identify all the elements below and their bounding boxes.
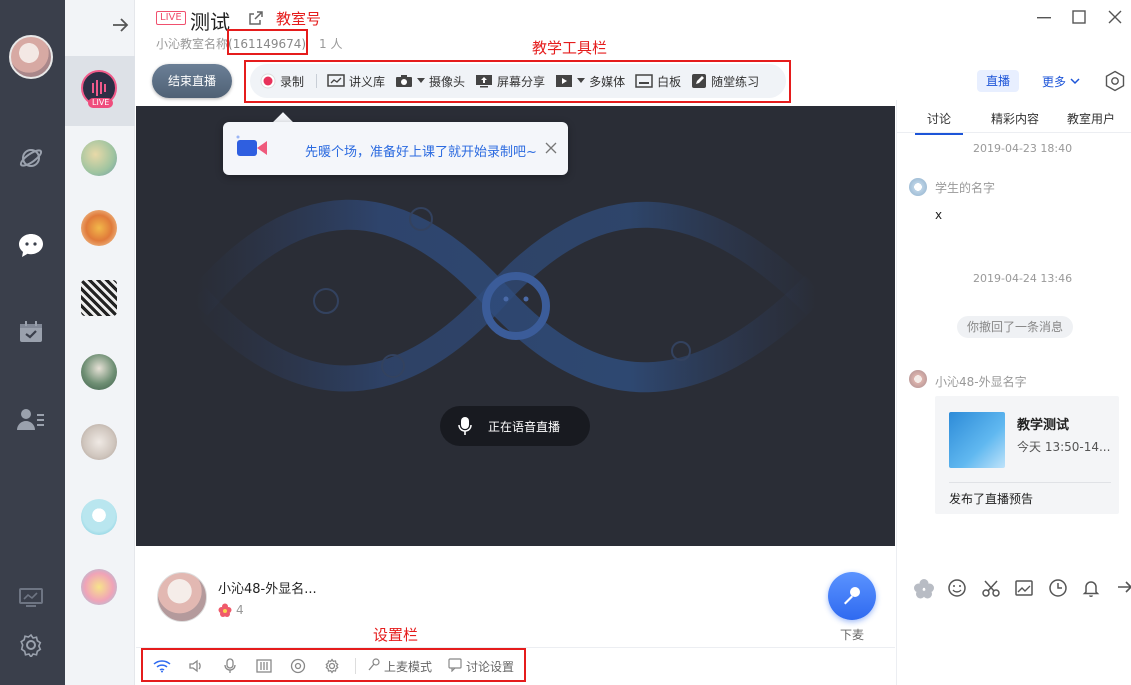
screen-icon[interactable] — [16, 583, 46, 613]
chat-toolbar — [907, 578, 1131, 600]
recall-notice: 你撤回了一条消息 — [957, 316, 1073, 338]
maximize-icon[interactable] — [1070, 8, 1088, 26]
flower-icon[interactable] — [907, 578, 941, 600]
live-badge: LIVE — [88, 98, 114, 108]
tab-live[interactable]: 直播 — [977, 70, 1019, 92]
app-window: LIVE LIVE 测试 教室号 教学工具栏 小沁教室名称(161149674)… — [0, 0, 1131, 685]
timestamp: 2019-04-23 18:40 — [973, 142, 1073, 155]
session-avatar-qrcode[interactable] — [81, 280, 117, 316]
toolbar-highlight — [244, 60, 791, 103]
student-avatar[interactable] — [909, 178, 927, 196]
member-count: 1 人 — [319, 37, 343, 51]
card-thumbnail — [949, 412, 1005, 468]
image-icon[interactable] — [1008, 578, 1042, 600]
room-id-highlight — [227, 29, 308, 55]
host-name: 小沁48-外显名... — [218, 582, 317, 597]
microphone-icon — [458, 416, 472, 436]
sender-avatar[interactable] — [909, 370, 927, 388]
leave-mic-label: 下麦 — [840, 628, 865, 642]
contacts-icon[interactable] — [16, 404, 46, 434]
scissors-icon[interactable] — [974, 578, 1008, 600]
chevron-down-icon — [1070, 75, 1080, 89]
more-menu[interactable]: 更多 — [1042, 73, 1080, 90]
page-title: 测试 — [190, 10, 230, 34]
minimize-icon[interactable] — [1035, 8, 1053, 26]
clock-icon[interactable] — [1041, 578, 1075, 600]
message-text: x — [935, 208, 943, 222]
planet-icon[interactable] — [16, 143, 46, 173]
classroom-name: 小沁教室名称 — [156, 37, 229, 51]
card-footer: 发布了直播预告 — [949, 492, 1034, 506]
close-icon[interactable] — [544, 141, 558, 158]
calendar-check-icon[interactable] — [16, 317, 46, 347]
discussion-panel: 讨论 精彩内容 教室用户 2019-04-23 18:40 学生的名字 x 20… — [896, 100, 1131, 685]
live-tag: LIVE — [156, 11, 186, 25]
bell-icon[interactable] — [1075, 578, 1109, 600]
settings-bar-highlight — [141, 648, 526, 682]
user-avatar[interactable] — [9, 35, 53, 79]
session-avatar[interactable] — [81, 140, 117, 176]
session-avatar[interactable] — [81, 569, 117, 605]
close-icon[interactable] — [1106, 8, 1124, 26]
annotation-toolbar: 教学工具栏 — [532, 39, 608, 57]
sender-name: 学生的名字 — [935, 181, 996, 195]
card-title: 教学测试 — [1017, 418, 1070, 433]
leave-mic-button[interactable] — [828, 572, 876, 620]
session-avatar[interactable] — [81, 210, 117, 246]
emoji-icon[interactable] — [941, 578, 975, 600]
external-link-icon[interactable] — [248, 10, 264, 29]
session-avatar[interactable] — [81, 499, 117, 535]
annotation-room-number: 教室号 — [276, 10, 322, 28]
live-preview-card[interactable]: 教学测试 今天 13:50-14... 发布了直播预告 — [935, 396, 1119, 514]
card-time: 今天 13:50-14... — [1017, 440, 1111, 454]
video-record-icon — [235, 134, 271, 165]
chat-bubble-icon[interactable] — [16, 230, 46, 260]
voice-live-status: 正在语音直播 — [440, 406, 590, 446]
timestamp: 2019-04-24 13:46 — [973, 272, 1073, 285]
hexagon-settings-icon[interactable] — [1104, 70, 1126, 95]
flower-icon — [218, 603, 232, 620]
session-list: LIVE — [65, 0, 135, 685]
session-avatar[interactable] — [81, 354, 117, 390]
toast-message: 先暖个场，准备好上课了就开始录制吧~ — [305, 145, 537, 160]
settings-icon[interactable] — [16, 630, 46, 660]
session-avatar[interactable] — [81, 424, 117, 460]
microphone-icon — [840, 584, 864, 608]
sender-name: 小沁48-外显名字 — [935, 375, 1027, 389]
flower-count: 4 — [236, 603, 244, 617]
host-avatar[interactable] — [157, 572, 207, 622]
arrow-right-icon[interactable] — [1108, 578, 1131, 600]
left-rail — [0, 0, 65, 685]
collapse-arrow-icon[interactable] — [109, 14, 131, 36]
annotation-settings-bar: 设置栏 — [373, 626, 419, 644]
end-live-button[interactable]: 结束直播 — [152, 64, 232, 98]
